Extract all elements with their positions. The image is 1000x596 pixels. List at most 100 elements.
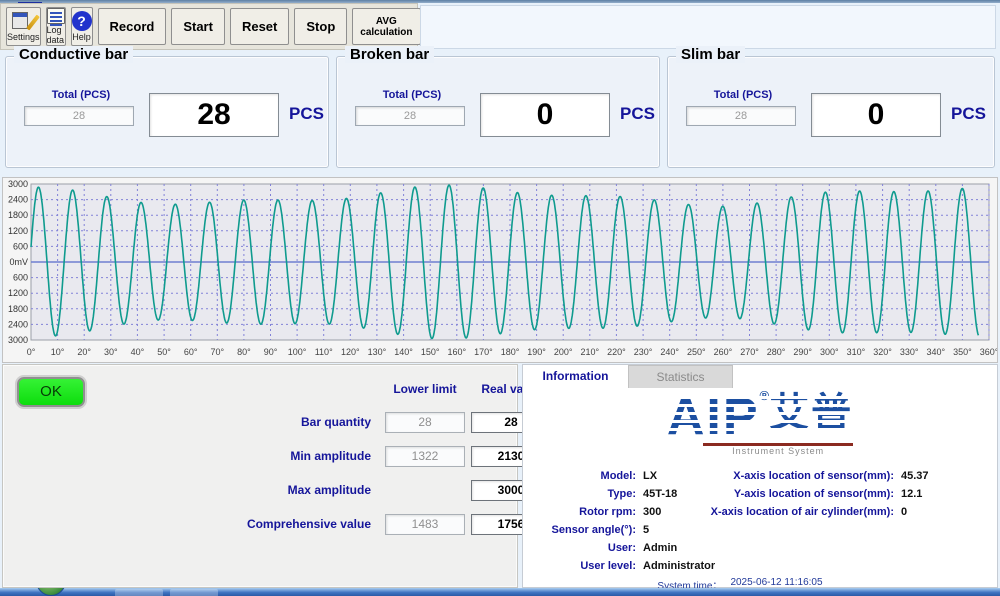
conductive-total-field: 28 bbox=[24, 106, 134, 126]
svg-text:320°: 320° bbox=[873, 347, 892, 357]
svg-text:130°: 130° bbox=[368, 347, 387, 357]
svg-text:600: 600 bbox=[13, 273, 28, 283]
x-sensor-label: X-axis location of sensor(mm): bbox=[651, 470, 901, 482]
svg-text:240°: 240° bbox=[660, 347, 679, 357]
broken-count-display: 0 bbox=[480, 93, 610, 137]
svg-text:3000: 3000 bbox=[8, 179, 28, 189]
svg-text:1200: 1200 bbox=[8, 226, 28, 236]
svg-text:190°: 190° bbox=[527, 347, 546, 357]
start-orb-icon[interactable] bbox=[36, 588, 66, 596]
svg-text:20°: 20° bbox=[77, 347, 91, 357]
broken-bar-panel: Broken bar Total (PCS) 28 0 PCS bbox=[336, 56, 660, 168]
svg-text:350°: 350° bbox=[953, 347, 972, 357]
row-label-max-amplitude: Max amplitude bbox=[153, 483, 379, 497]
reset-button[interactable]: Reset bbox=[230, 8, 289, 45]
broken-total-label: Total (PCS) bbox=[357, 89, 467, 101]
taskbar-sliver[interactable] bbox=[0, 588, 1000, 596]
sensor-angle-value: 5 bbox=[643, 524, 649, 536]
svg-text:0mV: 0mV bbox=[9, 257, 28, 267]
svg-text:230°: 230° bbox=[634, 347, 653, 357]
avg-calculation-button[interactable]: AVG calculation bbox=[352, 8, 420, 45]
svg-text:120°: 120° bbox=[341, 347, 360, 357]
aip-logo-subtitle: Instrument System bbox=[703, 443, 853, 456]
log-data-button-label: Log data bbox=[47, 25, 65, 45]
user-level-label: User level: bbox=[531, 560, 643, 572]
svg-text:280°: 280° bbox=[767, 347, 786, 357]
waveform-svg: 0°10°20°30°40°50°60°70°80°90°100°110°120… bbox=[3, 178, 997, 362]
user-value: Admin bbox=[643, 542, 677, 554]
slim-count-display: 0 bbox=[811, 93, 941, 137]
col-header-lower-limit: Lower limit bbox=[385, 382, 465, 396]
svg-text:2400: 2400 bbox=[8, 319, 28, 329]
max-amplitude-lower-empty bbox=[385, 480, 465, 501]
taskbar-button[interactable] bbox=[170, 589, 218, 596]
aip-logo: AIP®艾普 Instrument System bbox=[523, 391, 997, 443]
svg-text:90°: 90° bbox=[264, 347, 278, 357]
svg-text:270°: 270° bbox=[740, 347, 759, 357]
info-tabstrip: Information Statistics bbox=[523, 365, 997, 388]
taskbar-button[interactable] bbox=[115, 589, 163, 596]
svg-text:210°: 210° bbox=[580, 347, 599, 357]
svg-text:260°: 260° bbox=[714, 347, 733, 357]
question-circle-icon: ? bbox=[72, 11, 92, 31]
svg-text:220°: 220° bbox=[607, 347, 626, 357]
pass-indicator: OK bbox=[17, 377, 85, 407]
settings-button[interactable]: Settings bbox=[6, 7, 41, 46]
svg-text:2400: 2400 bbox=[8, 195, 28, 205]
row-label-comprehensive-value: Comprehensive value bbox=[153, 517, 379, 531]
svg-text:50°: 50° bbox=[157, 347, 171, 357]
svg-text:140°: 140° bbox=[394, 347, 413, 357]
waveform-chart: 0°10°20°30°40°50°60°70°80°90°100°110°120… bbox=[2, 177, 998, 363]
slim-unit-label: PCS bbox=[951, 104, 986, 124]
help-button[interactable]: ? Help bbox=[71, 7, 93, 46]
record-button[interactable]: Record bbox=[98, 8, 167, 45]
svg-text:70°: 70° bbox=[210, 347, 224, 357]
broken-bar-title: Broken bar bbox=[345, 46, 434, 63]
svg-text:340°: 340° bbox=[926, 347, 945, 357]
user-level-value: Administrator bbox=[643, 560, 715, 572]
result-panel: OK Lower limit Real value Upper limit Ba… bbox=[2, 364, 518, 588]
tab-statistics[interactable]: Statistics bbox=[628, 365, 733, 388]
bar-quantity-lower-field: 28 bbox=[385, 412, 465, 433]
toolbar-blank-panel bbox=[420, 5, 996, 49]
conductive-bar-title: Conductive bar bbox=[14, 46, 133, 63]
conductive-total-label: Total (PCS) bbox=[26, 89, 136, 101]
conductive-count-display: 28 bbox=[149, 93, 279, 137]
settings-button-label: Settings bbox=[7, 32, 40, 42]
aip-logo-chinese: 艾普 bbox=[769, 391, 853, 435]
svg-text:60°: 60° bbox=[184, 347, 198, 357]
slim-total-label: Total (PCS) bbox=[688, 89, 798, 101]
svg-text:170°: 170° bbox=[474, 347, 493, 357]
svg-text:3000: 3000 bbox=[8, 335, 28, 345]
help-button-label: Help bbox=[72, 32, 91, 42]
notepad-icon bbox=[47, 8, 65, 24]
user-label: User: bbox=[531, 542, 643, 554]
conductive-bar-panel: Conductive bar Total (PCS) 28 28 PCS bbox=[5, 56, 329, 168]
broken-total-field: 28 bbox=[355, 106, 465, 126]
comprehensive-lower-field: 1483 bbox=[385, 514, 465, 535]
svg-text:1200: 1200 bbox=[8, 288, 28, 298]
row-label-min-amplitude: Min amplitude bbox=[153, 449, 379, 463]
rotor-rpm-label: Rotor rpm: bbox=[531, 506, 643, 518]
x-air-cylinder-label: X-axis location of air cylinder(mm): bbox=[651, 506, 901, 518]
registered-mark-icon: ® bbox=[760, 388, 770, 403]
svg-text:0°: 0° bbox=[27, 347, 36, 357]
stop-button[interactable]: Stop bbox=[294, 8, 347, 45]
log-data-button[interactable]: Log data bbox=[46, 7, 66, 46]
toolbar: Settings Log data ? Help Record Start Re… bbox=[0, 3, 418, 50]
y-sensor-label: Y-axis location of sensor(mm): bbox=[651, 488, 901, 500]
type-label: Type: bbox=[531, 488, 643, 500]
start-button[interactable]: Start bbox=[171, 8, 225, 45]
rotor-bar-tester-window: Settings Log data ? Help Record Start Re… bbox=[0, 0, 1000, 596]
svg-text:290°: 290° bbox=[793, 347, 812, 357]
conductive-unit-label: PCS bbox=[289, 104, 324, 124]
model-label: Model: bbox=[531, 470, 643, 482]
tab-information[interactable]: Information bbox=[523, 365, 628, 388]
svg-text:600: 600 bbox=[13, 241, 28, 251]
svg-text:330°: 330° bbox=[900, 347, 919, 357]
sensor-angle-label: Sensor angle(°): bbox=[531, 524, 643, 536]
broken-unit-label: PCS bbox=[620, 104, 655, 124]
slim-total-field: 28 bbox=[686, 106, 796, 126]
information-panel: Information Statistics AIP®艾普 Instrument… bbox=[522, 364, 998, 588]
x-sensor-value: 45.37 bbox=[901, 470, 929, 482]
